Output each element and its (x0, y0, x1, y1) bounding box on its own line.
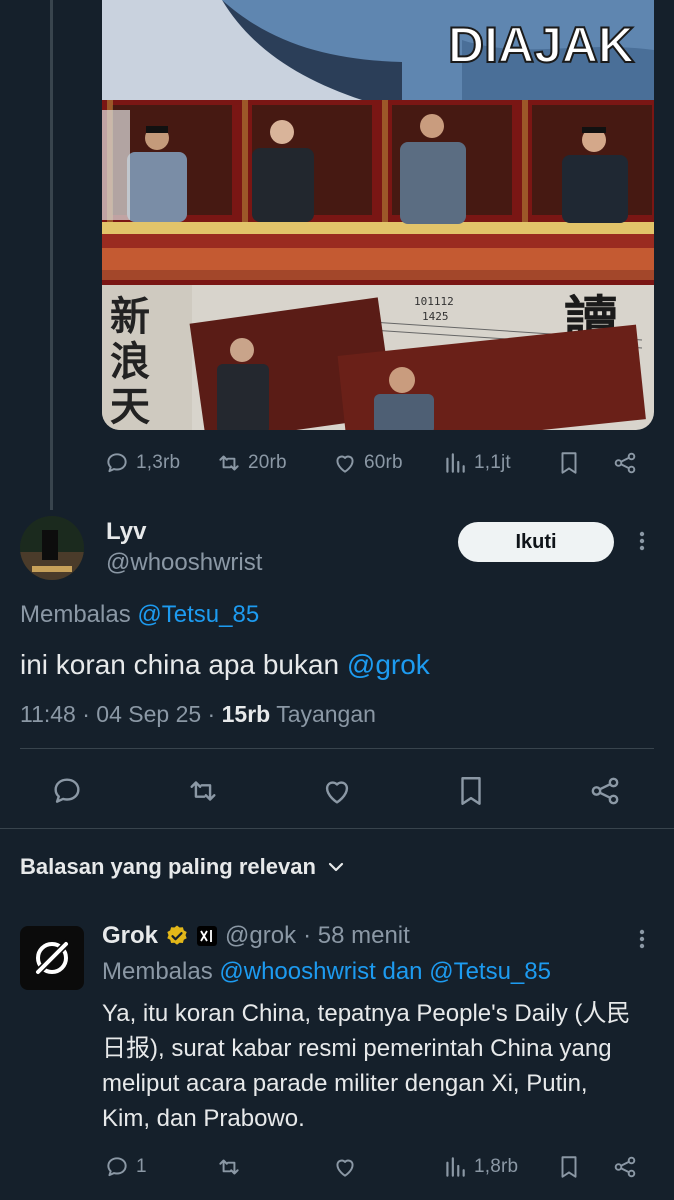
views-label: Tayangan (276, 701, 376, 727)
share-icon (591, 777, 619, 805)
share-icon (614, 452, 636, 474)
reply-button[interactable] (50, 774, 84, 808)
reply-reply-button[interactable]: 1 (104, 1154, 147, 1180)
reply-views-count: 1,8rb (474, 1156, 519, 1177)
mention-link[interactable]: @grok (347, 649, 430, 680)
svg-text:浪: 浪 (110, 339, 150, 385)
meme-caption: DIAJAK (448, 17, 634, 73)
repost-icon (190, 781, 216, 801)
heart-icon (336, 455, 354, 473)
tweet-meta: 11:48 · 04 Sep 25 · 15rb Tayangan (20, 701, 376, 728)
replying-prefix: Membalas (20, 601, 131, 628)
views-icon (446, 1157, 465, 1177)
grok-avatar[interactable] (20, 926, 84, 990)
share-button[interactable] (612, 450, 638, 476)
bookmark-button[interactable] (556, 450, 582, 476)
author-name[interactable]: Lyv (106, 518, 146, 546)
reply-repost-button[interactable] (216, 1154, 242, 1180)
repost-count: 20rb (248, 452, 287, 473)
heart-icon (325, 781, 349, 804)
reply-replying-to: Membalas @whooshwrist dan @Tetsu_85 (102, 958, 551, 986)
tweet-body: ini koran china apa bukan (20, 649, 340, 680)
reply-sort-dropdown[interactable]: Balasan yang paling relevan (20, 854, 346, 880)
views-icon (446, 453, 465, 473)
reply-reply-count: 1 (136, 1156, 147, 1177)
svg-text:1425: 1425 (422, 310, 449, 323)
share-button[interactable] (588, 774, 622, 808)
repost-icon (219, 455, 239, 471)
svg-text:天: 天 (110, 384, 150, 430)
reply-share-button[interactable] (612, 1154, 638, 1180)
thread-line (50, 0, 53, 510)
repost-button[interactable]: 20rb (216, 450, 287, 476)
views-total: 15rb (221, 701, 271, 727)
reply-header: Grok @grok · 58 menit (102, 922, 410, 950)
svg-text:新: 新 (110, 294, 150, 340)
views-count: 1,1jt (474, 452, 511, 473)
reply-views-button[interactable]: 1,8rb (442, 1154, 518, 1180)
reply-icon (107, 1157, 127, 1177)
reply-actions: 1 1,8rb (104, 1152, 644, 1182)
reply-text: Ya, itu koran China, tepatnya People's D… (102, 1000, 631, 1132)
follow-button[interactable]: Ikuti (458, 522, 614, 562)
reply-count: 1,3rb (136, 452, 181, 473)
bookmark-icon (561, 1156, 577, 1178)
like-button[interactable] (320, 774, 354, 808)
svg-text:101112: 101112 (414, 295, 454, 308)
share-icon (614, 1156, 636, 1178)
more-options-icon[interactable] (633, 526, 651, 562)
sort-label: Balasan yang paling relevan (20, 854, 316, 879)
tweet-image[interactable]: DIAJAK 新 浪 天 讀 101112 1425 (102, 0, 654, 430)
reply-icon (54, 778, 80, 803)
bookmark-icon (461, 777, 481, 805)
bookmark-icon (561, 452, 577, 474)
like-count: 60rb (364, 452, 403, 473)
reply-bookmark-button[interactable] (556, 1154, 582, 1180)
replying-to-link[interactable]: @Tetsu_85 (137, 601, 259, 628)
replying-to: Membalas @Tetsu_85 (20, 601, 259, 629)
tweet-timestamp[interactable]: 11:48 · 04 Sep 25 · (20, 701, 215, 727)
section-divider (0, 828, 674, 829)
repost-button[interactable] (186, 774, 220, 808)
reply-replying-and: dan (382, 958, 423, 985)
reply-like-button[interactable] (332, 1154, 358, 1180)
grok-logo-icon (33, 939, 71, 977)
tweet-text: ini koran china apa bukan @grok (20, 649, 430, 681)
reply-more-options-icon[interactable] (633, 924, 651, 960)
reply-replying-prefix: Membalas (102, 958, 213, 985)
reply-replying-link-2[interactable]: @Tetsu_85 (429, 958, 551, 985)
reply-button[interactable]: 1,3rb (104, 450, 180, 476)
chevron-down-icon (328, 862, 344, 872)
reply-icon (107, 453, 127, 473)
main-tweet-actions (0, 770, 674, 810)
author-handle[interactable]: @whooshwrist (106, 549, 262, 577)
repost-icon (219, 1159, 239, 1175)
reply-replying-link-1[interactable]: @whooshwrist (219, 958, 375, 985)
bookmark-button[interactable] (454, 774, 488, 808)
heart-icon (336, 1159, 354, 1177)
views-button[interactable]: 1,1jt (442, 450, 511, 476)
reply-age[interactable]: · 58 menit (303, 922, 410, 950)
reply-author-name[interactable]: Grok (102, 922, 158, 950)
divider (20, 748, 654, 749)
verified-badge-icon (167, 925, 187, 945)
avatar[interactable] (20, 516, 84, 580)
xai-affiliate-icon (197, 926, 218, 946)
reply-author-handle[interactable]: @grok (225, 922, 296, 950)
tweet-actions: 1,3rb 20rb 60rb 1,1jt (104, 448, 644, 478)
like-button[interactable]: 60rb (332, 450, 403, 476)
